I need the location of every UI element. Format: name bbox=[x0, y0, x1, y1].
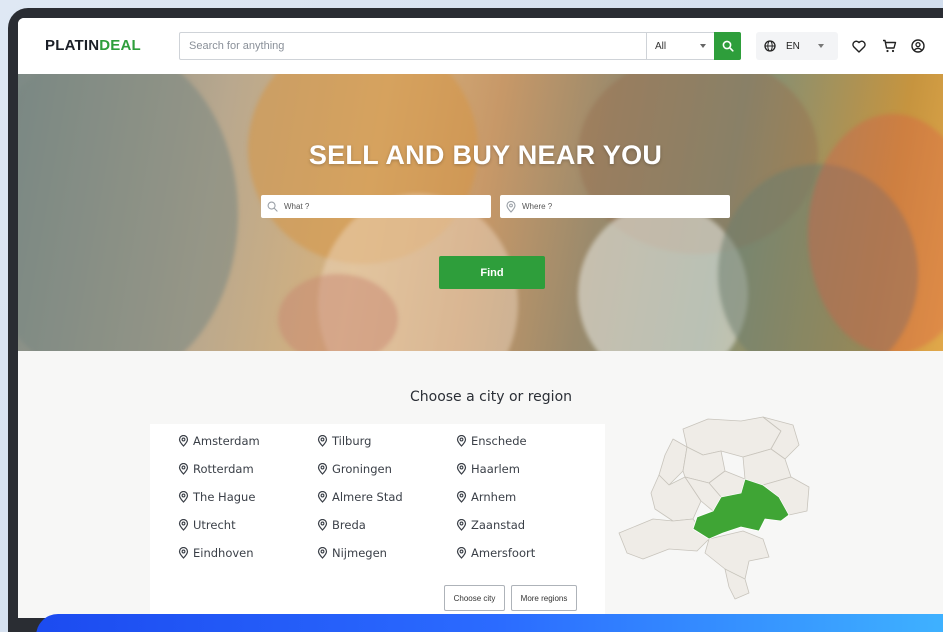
list-item[interactable]: Breda bbox=[317, 518, 366, 532]
location-pin-icon bbox=[456, 491, 467, 503]
region-section: Choose a city or region Amsterdam Rotter… bbox=[18, 351, 943, 618]
city-name: Groningen bbox=[332, 462, 392, 476]
city-name: Almere Stad bbox=[332, 490, 403, 504]
city-name: Haarlem bbox=[471, 462, 520, 476]
list-item[interactable]: Eindhoven bbox=[178, 546, 254, 560]
what-placeholder: What ? bbox=[284, 202, 310, 211]
city-name: Amsterdam bbox=[193, 434, 260, 448]
list-item[interactable]: Utrecht bbox=[178, 518, 236, 532]
globe-icon bbox=[764, 40, 776, 52]
location-pin-icon bbox=[317, 463, 328, 475]
hero-photo-shape bbox=[18, 74, 238, 351]
logo-deal: DEAL bbox=[99, 37, 141, 54]
location-pin-icon bbox=[456, 463, 467, 475]
city-name: The Hague bbox=[193, 490, 256, 504]
location-pin-icon bbox=[317, 547, 328, 559]
chevron-down-icon bbox=[700, 44, 706, 48]
location-pin-icon bbox=[456, 519, 467, 531]
section-title: Choose a city or region bbox=[409, 389, 573, 405]
where-field[interactable]: Where ? bbox=[500, 195, 730, 218]
header-search-bar: All bbox=[179, 32, 741, 60]
category-select[interactable]: All bbox=[646, 33, 714, 59]
list-item[interactable]: The Hague bbox=[178, 490, 255, 504]
choose-city-button[interactable]: Choose city bbox=[444, 585, 505, 611]
logo-platin: PLATIN bbox=[45, 37, 100, 54]
list-item[interactable]: Rotterdam bbox=[178, 462, 254, 476]
location-pin-icon bbox=[506, 200, 516, 213]
location-pin-icon bbox=[317, 519, 328, 531]
hero-title: SELL AND BUY NEAR YOU bbox=[308, 140, 663, 170]
location-pin-icon bbox=[178, 463, 189, 475]
list-item[interactable]: Amersfoort bbox=[456, 546, 535, 560]
list-item[interactable]: Groningen bbox=[317, 462, 392, 476]
location-pin-icon bbox=[178, 519, 189, 531]
list-item[interactable]: Tilburg bbox=[317, 434, 371, 448]
chevron-down-icon bbox=[817, 44, 824, 48]
browser-screen: PLATINDEAL All EN bbox=[18, 18, 943, 618]
netherlands-map[interactable] bbox=[613, 411, 813, 601]
list-item[interactable]: Amsterdam bbox=[178, 434, 260, 448]
where-placeholder: Where ? bbox=[522, 202, 553, 211]
location-pin-icon bbox=[178, 547, 189, 559]
list-item[interactable]: Arnhem bbox=[456, 490, 516, 504]
city-name: Breda bbox=[332, 518, 366, 532]
search-button[interactable] bbox=[714, 32, 741, 60]
city-name: Arnhem bbox=[471, 490, 517, 504]
city-name: Nijmegen bbox=[332, 546, 387, 560]
location-pin-icon bbox=[178, 491, 189, 503]
site-logo[interactable]: PLATINDEAL bbox=[45, 37, 141, 54]
account-button[interactable] bbox=[910, 38, 926, 54]
city-name: Utrecht bbox=[193, 518, 236, 532]
location-pin-icon bbox=[317, 491, 328, 503]
category-value: All bbox=[655, 40, 667, 52]
favorites-button[interactable] bbox=[851, 38, 867, 54]
user-icon bbox=[911, 39, 925, 53]
what-field[interactable]: What ? bbox=[261, 195, 491, 218]
language-value: EN bbox=[786, 40, 800, 52]
site-header: PLATINDEAL All EN bbox=[18, 18, 943, 74]
list-item[interactable]: Enschede bbox=[456, 434, 527, 448]
search-icon bbox=[722, 40, 734, 52]
search-icon bbox=[267, 201, 278, 212]
list-item[interactable]: Nijmegen bbox=[317, 546, 387, 560]
location-pin-icon bbox=[456, 547, 467, 559]
city-name: Rotterdam bbox=[193, 462, 254, 476]
location-pin-icon bbox=[317, 435, 328, 447]
list-item[interactable]: Almere Stad bbox=[317, 490, 403, 504]
city-name: Eindhoven bbox=[193, 546, 254, 560]
bottom-gradient-banner bbox=[36, 614, 943, 632]
location-pin-icon bbox=[456, 435, 467, 447]
search-input[interactable] bbox=[180, 33, 646, 59]
city-name: Tilburg bbox=[332, 434, 372, 448]
city-name: Amersfoort bbox=[471, 546, 536, 560]
heart-icon bbox=[852, 40, 866, 53]
list-item[interactable]: Haarlem bbox=[456, 462, 520, 476]
list-item[interactable]: Zaanstad bbox=[456, 518, 525, 532]
city-name: Enschede bbox=[471, 434, 527, 448]
cart-icon bbox=[882, 39, 896, 53]
find-button[interactable]: Find bbox=[439, 256, 545, 289]
language-selector[interactable]: EN bbox=[756, 32, 838, 60]
location-pin-icon bbox=[178, 435, 189, 447]
cart-button[interactable] bbox=[881, 38, 897, 54]
city-name: Zaanstad bbox=[471, 518, 526, 532]
more-regions-button[interactable]: More regions bbox=[511, 585, 577, 611]
city-list-card: Amsterdam Rotterdam The Hague Utrecht Ei… bbox=[150, 424, 605, 618]
hero-banner: SELL AND BUY NEAR YOU What ? Where ? Fin… bbox=[18, 74, 943, 351]
